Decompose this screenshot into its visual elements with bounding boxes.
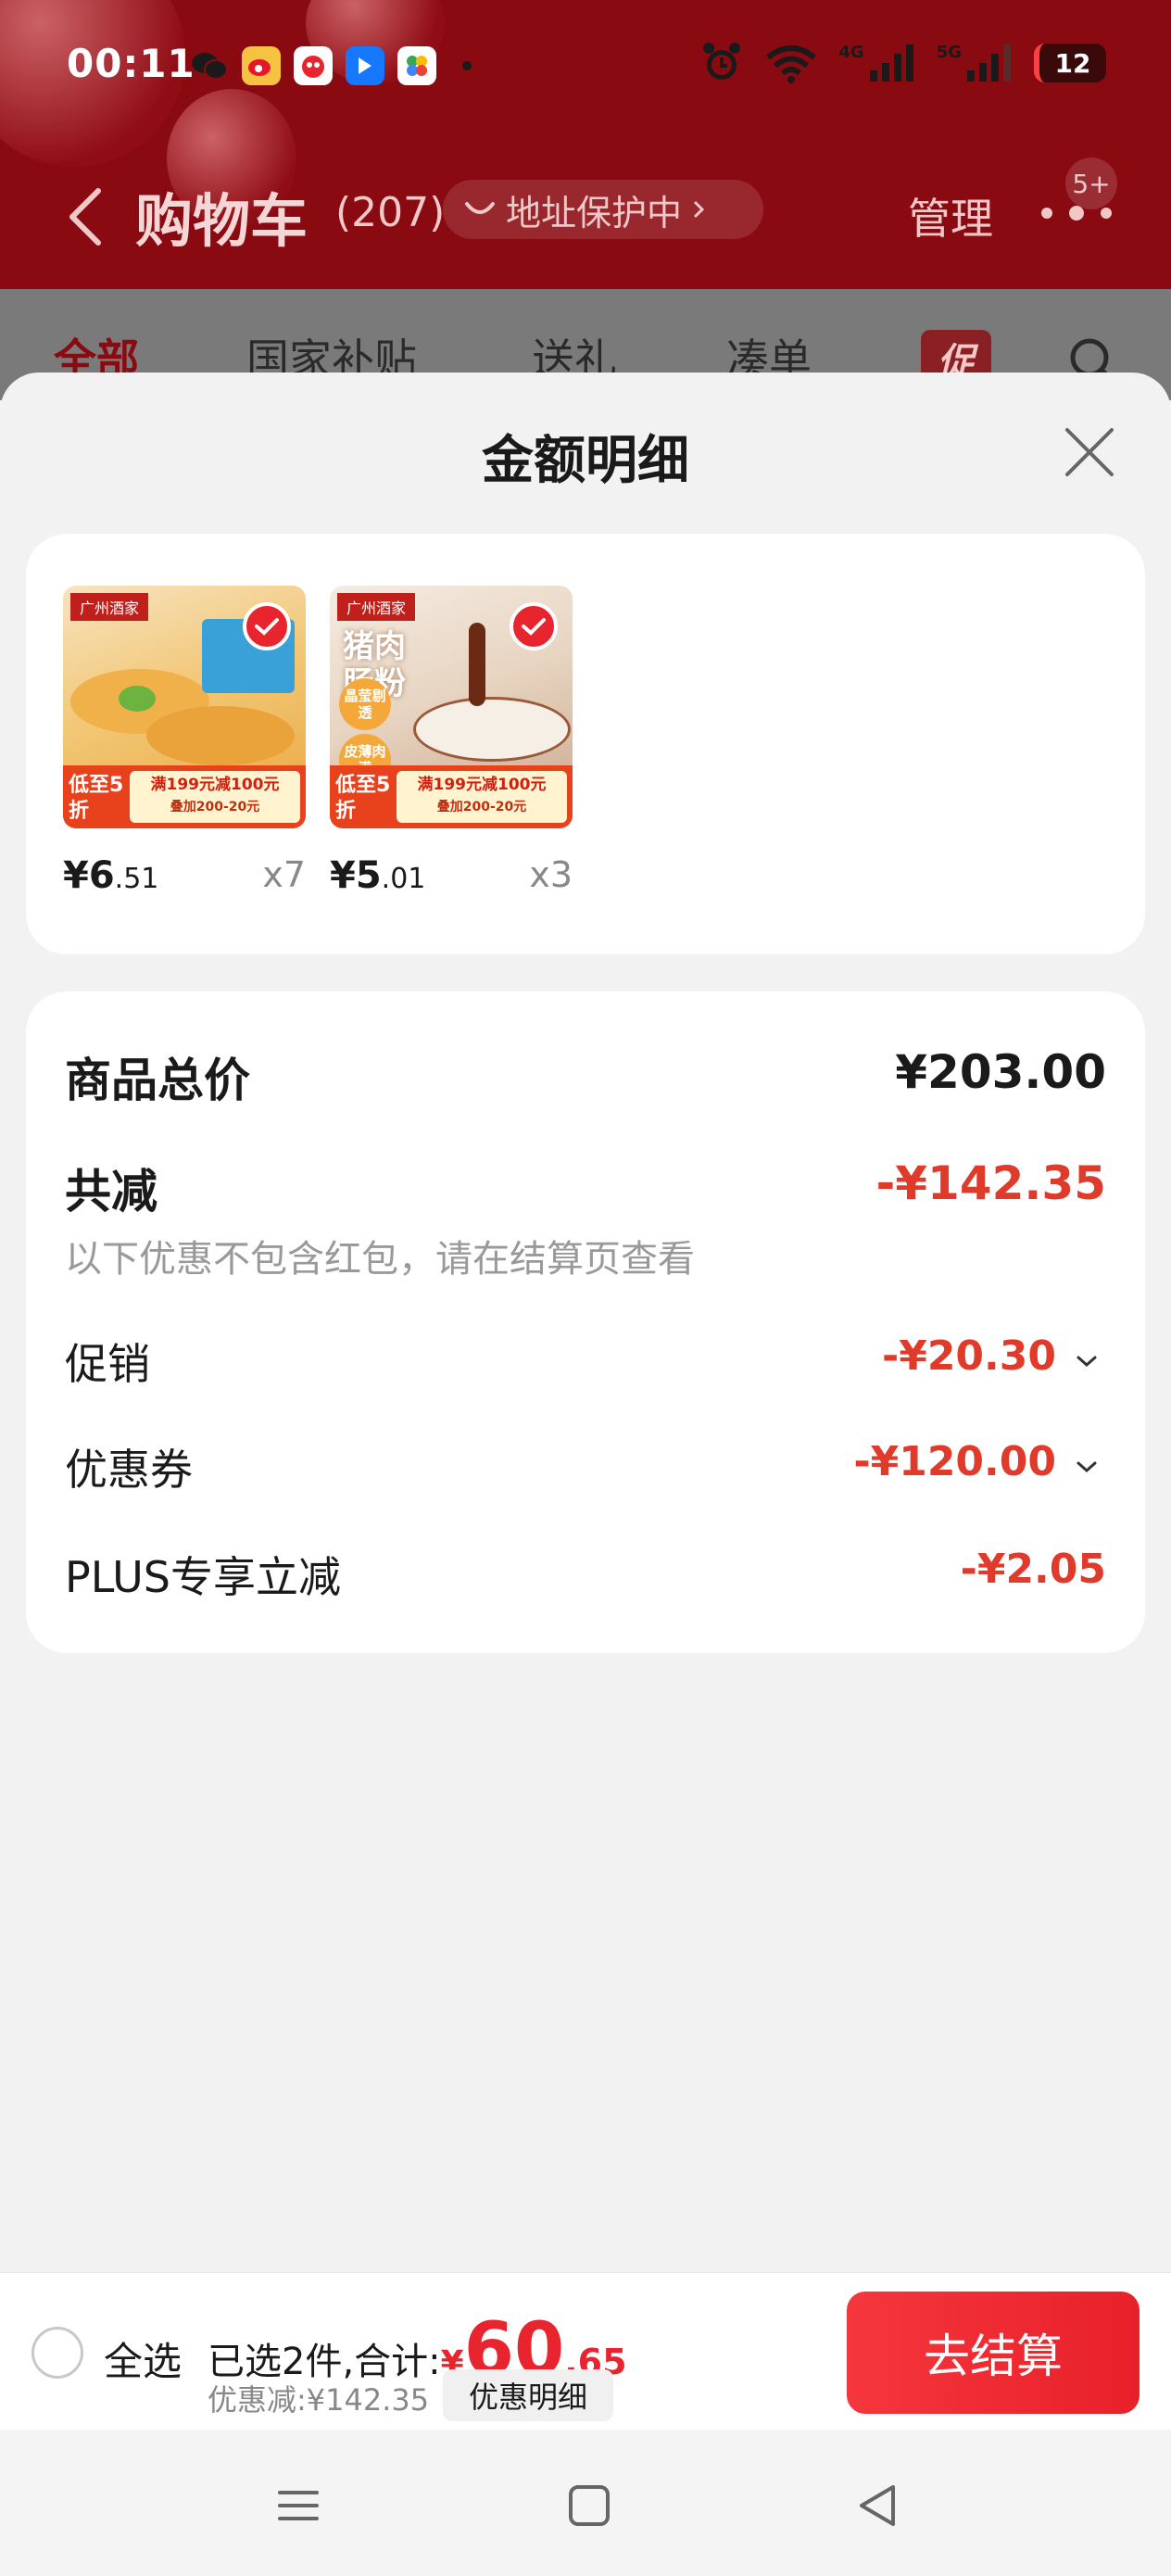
- promo-banner-main: 满199元减100元: [417, 776, 547, 794]
- rice-roll-image: [413, 697, 571, 762]
- back-nav-icon[interactable]: [850, 2478, 906, 2533]
- checkout-button[interactable]: 去结算: [847, 2292, 1140, 2414]
- status-indicators: 4G 5G 12: [699, 41, 1106, 85]
- navigation-app-icon: [346, 46, 384, 85]
- cart-nav-bar: 购物车 (207) 地址保护中 管理 5+: [0, 158, 1171, 269]
- promo-banner: 低至5折 满199元减100元 叠加200-20元: [330, 765, 573, 828]
- plus-discount-value: -¥2.05: [960, 1546, 1106, 1593]
- promo-banner-sub: 叠加200-20元: [436, 800, 527, 814]
- animal-app-icon: [294, 46, 333, 85]
- select-all-checkbox[interactable]: [31, 2327, 83, 2379]
- price-integer: ¥6: [63, 854, 115, 897]
- selected-products-card: 广州酒家 低至5折 满199元减100元 叠加200-20元 ¥6.51 x7: [26, 534, 1145, 954]
- status-app-icons: [190, 46, 472, 85]
- select-all-label[interactable]: 全选: [104, 2330, 182, 2387]
- price-decimal: .01: [381, 863, 426, 895]
- product-price: ¥6.51: [63, 854, 158, 897]
- wifi-icon: [766, 45, 817, 83]
- signal-4g-icon: [869, 44, 913, 82]
- reduction-note: 以下优惠不包含红包，请在结算页查看: [65, 1238, 695, 1281]
- cart-count: (207): [335, 189, 446, 236]
- promo-banner-discount: 低至5折: [69, 774, 124, 823]
- promo-banner-discount: 低至5折: [335, 774, 391, 823]
- chevron-down-icon[interactable]: [1075, 1455, 1099, 1479]
- menu-icon[interactable]: [271, 2478, 326, 2533]
- price-summary-card: 商品总价 ¥203.00 共减 -¥142.35 以下优惠不包含红包，请在结算页…: [26, 991, 1145, 1653]
- sheet-title: 金额明细: [482, 431, 689, 491]
- promo-banner: 低至5折 满199元减100元 叠加200-20元: [63, 765, 306, 828]
- dumpling-image: [146, 706, 295, 765]
- status-bar: 00:11 4G 5G 12: [0, 0, 1171, 139]
- promotion-value[interactable]: -¥20.30: [882, 1332, 1056, 1380]
- promo-banner-offer: 满199元减100元 叠加200-20元: [397, 771, 567, 823]
- product-thumbnail: 广州酒家 低至5折 满199元减100元 叠加200-20元: [63, 586, 306, 828]
- close-icon[interactable]: [1062, 424, 1117, 480]
- chevron-down-icon[interactable]: [1075, 1349, 1099, 1373]
- sauce-pour-image: [469, 623, 485, 706]
- total-price-value: ¥203.00: [895, 1045, 1106, 1099]
- wechat-icon: [190, 46, 229, 85]
- promo-banner-offer: 满199元减100元 叠加200-20元: [130, 771, 300, 823]
- signal-5g-label: 5G: [936, 42, 962, 62]
- promo-banner-sub: 叠加200-20元: [170, 800, 260, 814]
- total-price-label: 商品总价: [65, 1054, 250, 1107]
- colorful-app-icon: [397, 46, 436, 85]
- brand-label: 广州酒家: [70, 593, 149, 621]
- product-quantity: x7: [262, 854, 306, 895]
- discount-amount: 优惠减:¥142.35: [208, 2382, 430, 2418]
- brand-label: 广州酒家: [337, 593, 416, 621]
- address-protection-pill[interactable]: 地址保护中: [443, 180, 763, 239]
- coupon-value[interactable]: -¥120.00: [853, 1438, 1056, 1485]
- system-navigation-bar: [0, 2430, 1171, 2576]
- promotion-label: 促销: [65, 1339, 150, 1389]
- home-icon[interactable]: [561, 2478, 617, 2533]
- manage-button[interactable]: 管理: [908, 185, 993, 246]
- message-badge: 5+: [1065, 158, 1117, 209]
- battery-indicator: 12: [1034, 44, 1106, 82]
- product-price: ¥5.01: [330, 854, 425, 897]
- amount-detail-sheet: 金额明细 广州酒家 低至5折 满199元减100元 叠加200-20元 ¥6.5…: [0, 373, 1171, 2272]
- price-integer: ¥5: [330, 854, 382, 897]
- total-reduction-value: -¥142.35: [875, 1156, 1107, 1210]
- product-quantity: x3: [529, 854, 573, 895]
- product-item[interactable]: 广州酒家 低至5折 满199元减100元 叠加200-20元 ¥6.51 x7: [63, 586, 306, 897]
- signal-4g-label: 4G: [838, 42, 864, 62]
- product-item[interactable]: 广州酒家 猪肉肠粉 晶莹剔透 皮薄肉满 低至5折 满199元减100元 叠加20…: [330, 586, 573, 897]
- product-thumbnail: 广州酒家 猪肉肠粉 晶莹剔透 皮薄肉满 低至5折 满199元减100元 叠加20…: [330, 586, 573, 828]
- selected-check-icon: [510, 602, 558, 650]
- chevron-right-icon: [693, 200, 705, 219]
- scallion-garnish: [119, 686, 156, 712]
- coupon-label: 优惠券: [65, 1445, 193, 1495]
- status-time: 00:11: [67, 41, 195, 86]
- address-protection-label: 地址保护中: [506, 192, 683, 234]
- selected-check-icon: [243, 602, 291, 650]
- page-title: 购物车: [135, 187, 308, 255]
- price-decimal: .51: [114, 863, 159, 895]
- product-tag: 晶莹剔透: [339, 678, 391, 730]
- total-reduction-label: 共减: [65, 1165, 157, 1219]
- alarm-icon: [703, 43, 741, 80]
- back-icon[interactable]: [61, 185, 109, 248]
- discount-detail-button[interactable]: 优惠明细: [443, 2369, 613, 2421]
- checkout-bar: 全选 已选2件,合计:¥60.65 优惠减:¥142.35 优惠明细 去结算: [0, 2272, 1171, 2430]
- promo-banner-main: 满199元减100元: [150, 776, 280, 794]
- more-notifications-dot: [462, 61, 472, 70]
- weibo-icon: [242, 46, 281, 85]
- signal-5g-icon: [967, 44, 1011, 82]
- plus-discount-label: PLUS专享立减: [65, 1552, 341, 1602]
- smile-icon: [465, 202, 495, 214]
